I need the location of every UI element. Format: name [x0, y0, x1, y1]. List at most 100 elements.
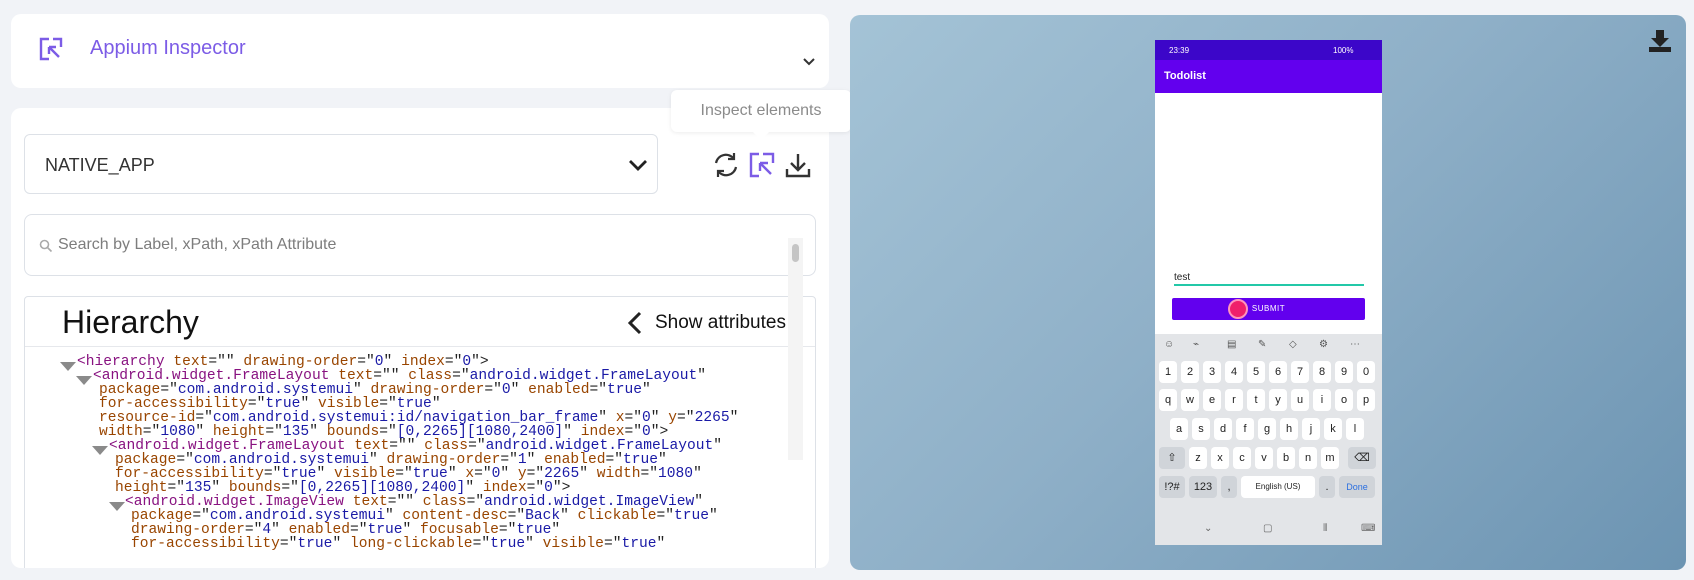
keyboard-key[interactable]: 5	[1247, 361, 1265, 383]
hierarchy-scrollbar[interactable]	[788, 238, 803, 460]
search-input[interactable]	[58, 229, 778, 261]
shift-icon[interactable]: ⇧	[1159, 447, 1185, 469]
keyboard-toolbar: ☺ ⌁ ▤ ✎ ◇ ⚙ ⋯	[1155, 336, 1382, 356]
xml-attr-value: 2265	[694, 410, 730, 426]
keyboard-key[interactable]: v	[1255, 447, 1273, 469]
xml-punct: ="	[677, 410, 695, 426]
keyboard-key[interactable]: d	[1214, 418, 1232, 440]
xml-punct: "	[510, 382, 529, 398]
nav-back-icon[interactable]: ⌄	[1204, 523, 1212, 534]
scrollbar-thumb[interactable]	[792, 244, 799, 262]
refresh-button[interactable]	[711, 150, 741, 180]
keyboard-key[interactable]: 1	[1159, 361, 1177, 383]
keyboard-key[interactable]: 0	[1357, 361, 1375, 383]
keyboard-key[interactable]: o	[1335, 389, 1353, 411]
keyboard-key[interactable]: 7	[1291, 361, 1309, 383]
xml-attr-value: true	[297, 536, 333, 552]
todo-input[interactable]: test	[1174, 272, 1364, 286]
sticker-icon[interactable]: ⌁	[1193, 339, 1199, 350]
keyboard-key[interactable]: l	[1346, 418, 1364, 440]
settings-gear-icon[interactable]: ⚙	[1319, 339, 1328, 350]
keyboard-key[interactable]: Done	[1339, 476, 1375, 498]
download-source-button[interactable]	[783, 150, 813, 180]
xml-attr-name: long-clickable	[349, 536, 473, 552]
keyboard-key[interactable]: e	[1203, 389, 1221, 411]
keyboard-key[interactable]: 4	[1225, 361, 1243, 383]
backspace-icon[interactable]: ⌫	[1348, 447, 1376, 469]
appium-logo-icon	[39, 37, 63, 61]
xml-attr-name: clickable	[577, 508, 657, 524]
keyboard-key[interactable]: 123	[1189, 476, 1217, 498]
keyboard-key[interactable]: q	[1159, 389, 1177, 411]
keyboard-key[interactable]: k	[1324, 418, 1342, 440]
download-screenshot-icon[interactable]	[1646, 27, 1674, 55]
keyboard-key[interactable]: z	[1189, 447, 1207, 469]
keyboard-key[interactable]: h	[1280, 418, 1298, 440]
keyboard-key[interactable]: r	[1225, 389, 1243, 411]
keyboard-key[interactable]: x	[1211, 447, 1229, 469]
keyboard-key[interactable]: f	[1236, 418, 1254, 440]
keyboard-key[interactable]: b	[1277, 447, 1295, 469]
xml-attr-value: 0	[501, 382, 511, 398]
status-time: 23:39	[1169, 46, 1190, 55]
nav-home-icon[interactable]: ▢	[1263, 523, 1272, 534]
device-screen[interactable]: 23:39 100% Todolist test SUBMIT ☺ ⌁ ▤ ✎ …	[1155, 40, 1382, 545]
keyboard-key[interactable]: !?#	[1159, 476, 1185, 498]
show-attributes-button[interactable]: Show attributes	[625, 309, 786, 337]
xml-line[interactable]: for-accessibility="true" long-clickable=…	[131, 537, 665, 552]
tree-expand-icon[interactable]	[109, 502, 125, 511]
keyboard-key[interactable]: English (US)	[1241, 476, 1315, 498]
xml-attr-name: visible	[542, 536, 604, 552]
keyboard-key[interactable]: 9	[1335, 361, 1353, 383]
keyboard-key[interactable]: ,	[1221, 476, 1237, 498]
keyboard-key[interactable]: p	[1357, 389, 1375, 411]
keyboard-mode-icon[interactable]: ◇	[1289, 339, 1297, 350]
hierarchy-header: Hierarchy Show attributes	[25, 297, 815, 347]
keyboard-key[interactable]: s	[1192, 418, 1210, 440]
keyboard-key[interactable]: a	[1170, 418, 1188, 440]
xml-punct: "	[560, 508, 578, 524]
inspect-elements-button[interactable]	[747, 150, 777, 180]
xml-punct: "	[656, 536, 666, 552]
tree-expand-icon[interactable]	[92, 446, 108, 455]
tree-expand-icon[interactable]	[76, 376, 92, 385]
keyboard-key[interactable]: n	[1299, 447, 1317, 469]
nav-recents-icon[interactable]: ⦀	[1323, 523, 1327, 534]
keyboard-key[interactable]: .	[1319, 476, 1335, 498]
xml-punct: "	[713, 438, 723, 454]
handwriting-icon[interactable]: ✎	[1258, 339, 1266, 350]
emoji-icon[interactable]: ☺	[1164, 339, 1174, 350]
keyboard-key[interactable]: 8	[1313, 361, 1331, 383]
keyboard-key[interactable]: 6	[1269, 361, 1287, 383]
keyboard-key[interactable]: y	[1269, 389, 1287, 411]
keyboard-key[interactable]: i	[1313, 389, 1331, 411]
keyboard-key[interactable]: w	[1181, 389, 1199, 411]
keyboard-key[interactable]: c	[1233, 447, 1251, 469]
xml-punct: "	[697, 368, 707, 384]
submit-button[interactable]: SUBMIT	[1172, 298, 1365, 320]
keyboard-key[interactable]: 3	[1203, 361, 1221, 383]
context-select[interactable]: NATIVE_APP	[24, 134, 658, 194]
tree-expand-icon[interactable]	[60, 362, 76, 371]
xml-attr-name: width	[596, 466, 641, 482]
xml-attr-value: true	[490, 536, 526, 552]
xml-attr-name: y	[668, 410, 678, 426]
keyboard-key[interactable]: j	[1302, 418, 1320, 440]
keyboard-key[interactable]: g	[1258, 418, 1276, 440]
xml-punct: "	[642, 382, 651, 398]
nav-keyboard-icon[interactable]: ⌨	[1361, 523, 1375, 534]
more-icon[interactable]: ⋯	[1350, 339, 1360, 350]
collapse-chevron-icon[interactable]	[801, 56, 817, 68]
hierarchy-panel: Hierarchy Show attributes <hierarchy tex…	[24, 296, 816, 568]
keyboard-key[interactable]: m	[1321, 447, 1339, 469]
xml-punct: "	[332, 536, 350, 552]
xml-punct: ="	[656, 508, 674, 524]
keyboard-key[interactable]: 2	[1181, 361, 1199, 383]
keyboard-key[interactable]: u	[1291, 389, 1309, 411]
chevron-left-icon	[627, 311, 642, 335]
app-title: Appium Inspector	[90, 37, 246, 59]
keyboard-key[interactable]: t	[1247, 389, 1265, 411]
clipboard-icon[interactable]: ▤	[1227, 339, 1236, 350]
chevron-down-icon	[629, 160, 647, 171]
xml-punct: "	[709, 508, 718, 524]
